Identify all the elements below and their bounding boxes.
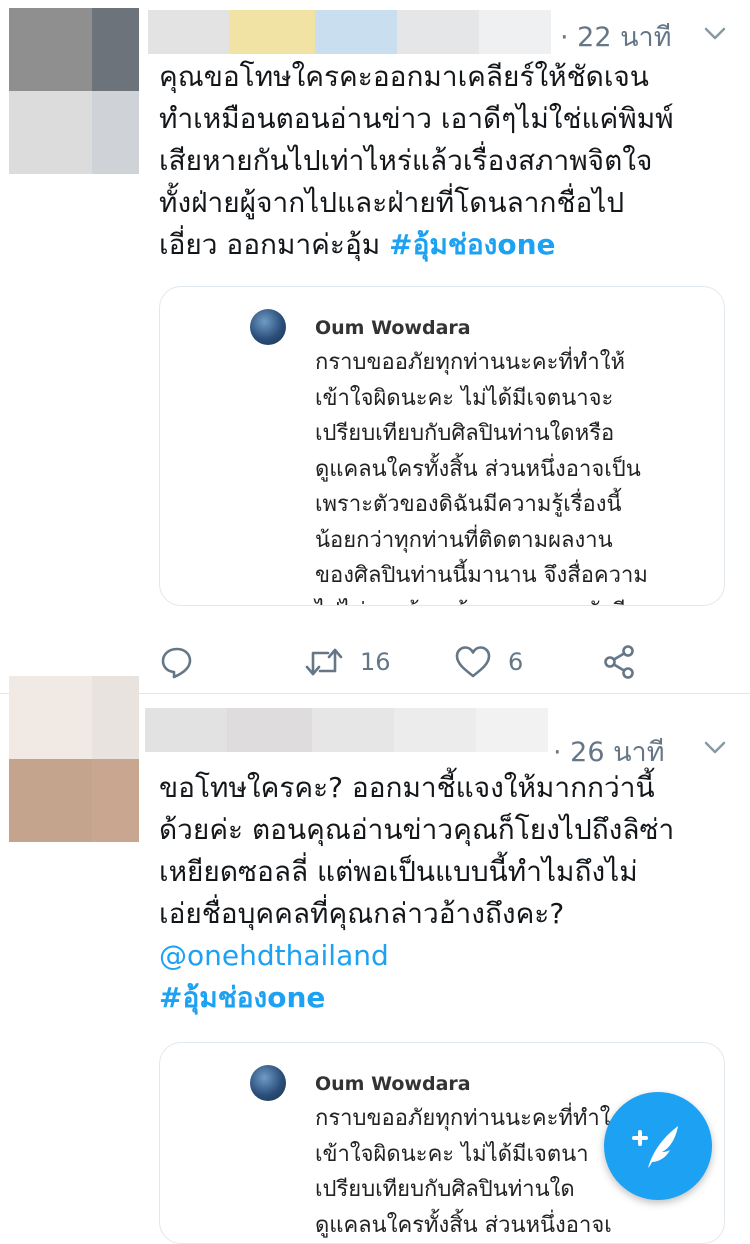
tweet-text-line: คุณขอโทษใครคะออกมาเคลียร์ให้ชัดเจน: [159, 60, 649, 93]
quote-author-avatar: [250, 1065, 286, 1101]
quote-text-line: ของศิลปินท่านนี้มานาน จึงสื่อความ: [315, 563, 648, 588]
quote-text-line: ดูแคลนใครทั้งสิ้น ส่วนหนึ่งอาจเ: [315, 1212, 612, 1238]
quote-text-line: เปรียบเทียบกับศิลปินท่านใดหรือ: [315, 421, 615, 446]
tweet-text-line: เอี่ยว ออกมาค่ะอุ้ม #อุ้มช่องone: [159, 224, 739, 266]
avatar[interactable]: [9, 8, 139, 174]
tweet-text-line: ขอโทษใครคะ? ออกมาชี้แจงให้มากกว่านี้: [159, 771, 655, 804]
quote-text-line: ดูแคลนใครทั้งสิ้น ส่วนหนึ่งอาจเป็น: [315, 456, 641, 482]
compose-tweet-icon: [632, 1126, 678, 1168]
like-button[interactable]: 6: [454, 640, 523, 684]
quote-text-line: น้อยกว่าทุกท่านที่ติดตามผลงาน: [315, 527, 613, 553]
hashtag-link[interactable]: #อุ้มช่องone: [159, 977, 739, 1019]
author-name-blurred[interactable]: [145, 708, 548, 752]
quote-author-name: Oum Wowdara: [315, 317, 471, 339]
retweet-icon: [305, 648, 343, 676]
tweet-text-line: ทำเหมือนตอนอ่านข่าว เอาดีๆไม่ใช่แค่พิมพ์: [159, 102, 674, 135]
reply-button[interactable]: [159, 640, 195, 684]
tweet-text: ขอโทษใครคะ? ออกมาชี้แจงให้มากกว่านี้ ด้ว…: [159, 767, 739, 1019]
mention-link[interactable]: @onehdthailand: [159, 935, 739, 977]
retweet-button[interactable]: 16: [304, 640, 391, 684]
tweet-actions: 16 6: [159, 640, 659, 684]
tweet-text-line: เหยียดซอลลี่ แต่พอเป็นแบบนี้ทำไมถึงไม่: [159, 855, 638, 888]
reply-icon: [161, 647, 192, 679]
quote-author-avatar: [250, 309, 286, 345]
share-icon: [604, 645, 634, 679]
tweet-timestamp: · 22 นาที: [560, 22, 672, 53]
retweet-count: 16: [360, 648, 391, 676]
chevron-down-icon[interactable]: [702, 24, 728, 44]
tweet[interactable]: · 22 นาที คุณขอโทษใครคะออกมาเคลียร์ให้ชั…: [0, 0, 750, 694]
compose-tweet-button[interactable]: [604, 1092, 712, 1200]
tweet-text: คุณขอโทษใครคะออกมาเคลียร์ให้ชัดเจน ทำเหม…: [159, 56, 739, 266]
heart-icon: [455, 646, 491, 678]
avatar[interactable]: [9, 676, 139, 842]
tweet-text-line: ด้วยค่ะ ตอนคุณอ่านข่าวคุณก็โยงไปถึงลิซ่า: [159, 813, 675, 846]
quote-text-line: ไปไม่ครบถ้วน ต้องกราบขออภัยอีก: [315, 594, 715, 606]
share-button[interactable]: [602, 640, 636, 684]
quote-text-line: กราบขออภัยทุกท่านนะคะที่ทำให้: [315, 350, 626, 375]
quoted-image-card[interactable]: Oum Wowdara กราบขออภัยทุกท่านนะคะที่ทำให…: [159, 286, 725, 606]
author-name-blurred[interactable]: [148, 10, 551, 54]
tweet-text-line: เสียหายกันไปเท่าไหร่แล้วเรื่องสภาพจิตใจ: [159, 144, 653, 177]
quote-text-line: เข้าใจผิดนะคะ ไม่ได้มีเจตนาจะ: [315, 385, 614, 411]
quote-author-name: Oum Wowdara: [315, 1073, 471, 1095]
quote-text-line: เพราะตัวของดิฉันมีความรู้เรื่องนี้: [315, 492, 622, 517]
chevron-down-icon[interactable]: [702, 738, 728, 758]
tweet-text-line: ทั้งฝ่ายผู้จากไปและฝ่ายที่โดนลากชื่อไป: [159, 186, 625, 219]
tweet-text-plain: เอี่ยว ออกมาค่ะอุ้ม: [159, 228, 390, 261]
tweet-text-line: เอ่ยชื่อบุคคลที่คุณกล่าวอ้างถึงคะ?: [159, 897, 565, 930]
like-count: 6: [508, 648, 524, 676]
hashtag-link[interactable]: #อุ้มช่องone: [389, 228, 555, 261]
quote-text: กราบขออภัยทุกท่านนะคะที่ทำให้ เข้าใจผิดน…: [315, 345, 715, 606]
